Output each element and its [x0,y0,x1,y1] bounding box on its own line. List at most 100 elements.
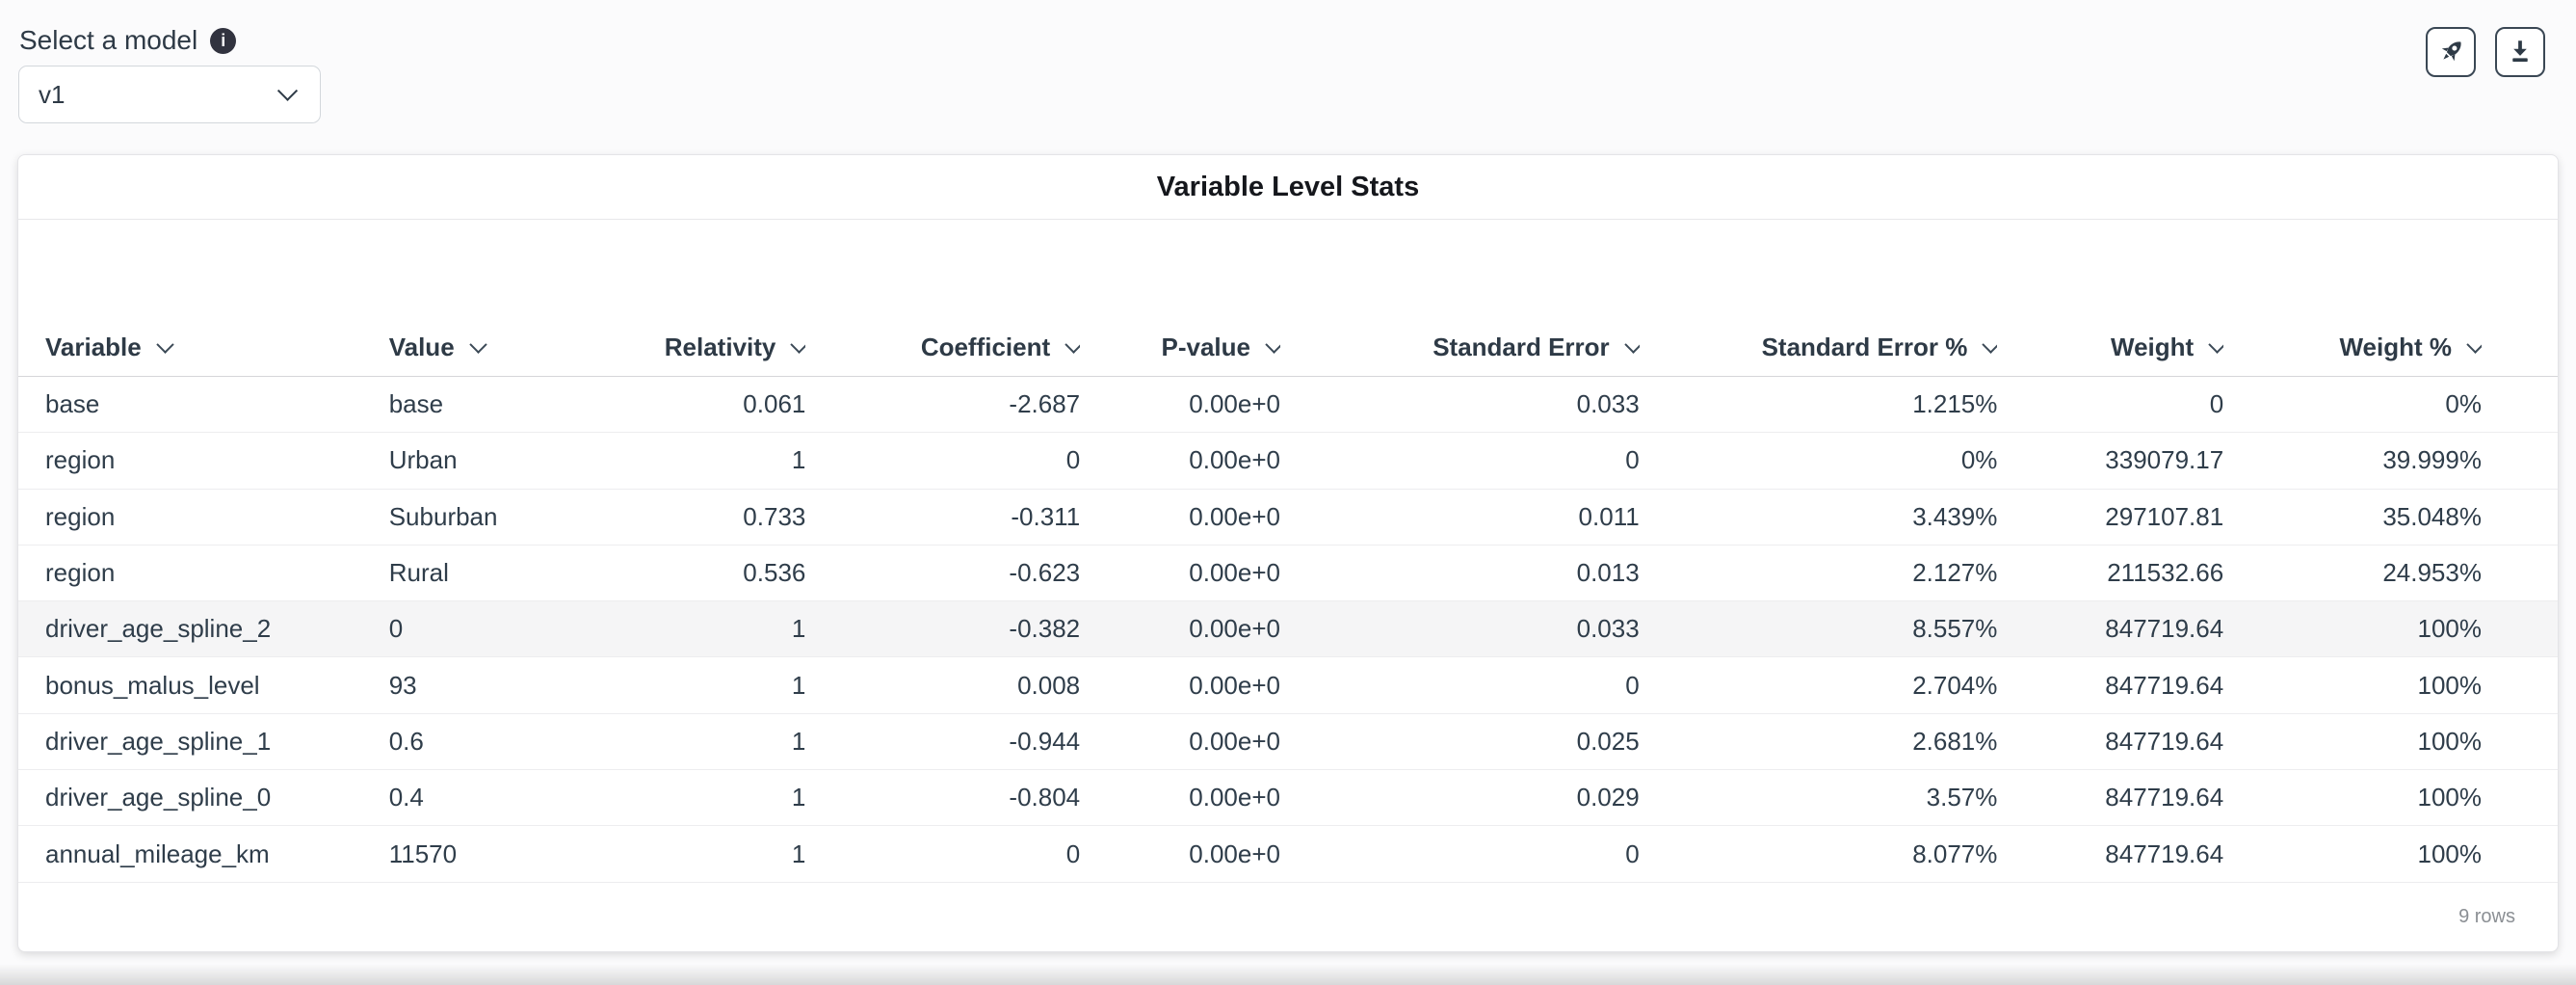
model-dropdown-value: v1 [39,80,65,110]
column-header-label: Weight [2111,333,2194,362]
cell-value: 11570 [389,839,630,869]
cell-standard-error: 0.033 [1280,614,1640,644]
download-button[interactable] [2495,27,2545,77]
cell-variable: driver_age_spline_0 [45,783,389,812]
column-header-label: P-value [1161,333,1250,362]
row-count-label: 9 rows [2458,906,2515,928]
cell-weight: 211532.66 [1997,558,2223,588]
chevron-down-icon [1624,335,1640,353]
cell-value: 0.4 [389,783,630,812]
cell-variable: annual_mileage_km [45,839,389,869]
chevron-down-icon [1983,335,1998,353]
rocket-button[interactable] [2426,27,2476,77]
chevron-down-icon [2466,335,2482,353]
info-icon[interactable]: i [210,28,236,54]
cell-value: Urban [389,445,630,475]
cell-weight-pct: 39.999% [2223,445,2482,475]
column-header-standard-error[interactable]: Standard Error [1280,333,1640,362]
cell-weight-pct: 100% [2223,839,2482,869]
cell-relativity: 0.733 [630,502,806,532]
cell-standard-error: 0.011 [1280,502,1640,532]
table-row[interactable]: regionSuburban0.733-0.3110.00e+00.0113.4… [18,490,2558,546]
cell-standard-error-pct: 8.557% [1640,614,1998,644]
cell-weight: 339079.17 [1997,445,2223,475]
cell-p-value: 0.00e+0 [1080,389,1280,419]
column-header-relativity[interactable]: Relativity [630,333,806,362]
cell-relativity: 1 [630,671,806,701]
table-row[interactable]: driver_age_spline_201-0.3820.00e+00.0338… [18,601,2558,657]
cell-relativity: 1 [630,445,806,475]
cell-weight: 0 [1997,389,2223,419]
cell-relativity: 0.061 [630,389,806,419]
column-header-value[interactable]: Value [389,333,630,362]
chevron-down-icon [1065,335,1080,353]
table-row[interactable]: bonus_malus_level9310.0080.00e+002.704%8… [18,657,2558,713]
column-header-coefficient[interactable]: Coefficient [805,333,1080,362]
cell-coefficient: 0 [805,445,1080,475]
cell-standard-error-pct: 3.439% [1640,502,1998,532]
cell-value: 0.6 [389,727,630,757]
column-header-label: Variable [45,333,142,362]
cell-p-value: 0.00e+0 [1080,783,1280,812]
column-header-standard-error-pct[interactable]: Standard Error % [1640,333,1998,362]
cell-coefficient: -0.623 [805,558,1080,588]
cell-weight-pct: 100% [2223,614,2482,644]
column-header-weight[interactable]: Weight [1997,333,2223,362]
cell-standard-error: 0 [1280,839,1640,869]
cell-weight-pct: 100% [2223,727,2482,757]
cell-standard-error: 0.025 [1280,727,1640,757]
rocket-icon [2434,36,2467,68]
cell-p-value: 0.00e+0 [1080,671,1280,701]
cell-weight: 847719.64 [1997,783,2223,812]
table-toolbar-spacer [18,220,2558,319]
table-row[interactable]: driver_age_spline_00.41-0.8040.00e+00.02… [18,770,2558,826]
chevron-down-icon [2209,335,2224,353]
cell-standard-error: 0.013 [1280,558,1640,588]
cell-p-value: 0.00e+0 [1080,558,1280,588]
cell-standard-error-pct: 2.681% [1640,727,1998,757]
cell-weight-pct: 100% [2223,783,2482,812]
column-header-weight-pct[interactable]: Weight % [2223,333,2482,362]
cell-value: Rural [389,558,630,588]
select-model-label: Select a model [19,25,197,56]
cell-weight-pct: 100% [2223,671,2482,701]
cell-variable: driver_age_spline_1 [45,727,389,757]
cell-value: base [389,389,630,419]
cell-standard-error-pct: 8.077% [1640,839,1998,869]
table-row[interactable]: annual_mileage_km11570100.00e+008.077%84… [18,826,2558,882]
cell-value: 93 [389,671,630,701]
chevron-down-icon [791,335,806,353]
cell-coefficient: -0.804 [805,783,1080,812]
cell-weight: 847719.64 [1997,727,2223,757]
cell-variable: driver_age_spline_2 [45,614,389,644]
cell-weight: 297107.81 [1997,502,2223,532]
cell-weight-pct: 35.048% [2223,502,2482,532]
table-row[interactable]: basebase0.061-2.6870.00e+00.0331.215%00% [18,377,2558,433]
cell-standard-error: 0.033 [1280,389,1640,419]
column-header-label: Standard Error % [1762,333,1968,362]
cell-weight: 847719.64 [1997,839,2223,869]
table-row[interactable]: regionUrban100.00e+000%339079.1739.999% [18,433,2558,489]
cell-relativity: 1 [630,839,806,869]
cell-weight: 847719.64 [1997,614,2223,644]
cell-standard-error-pct: 0% [1640,445,1998,475]
cell-p-value: 0.00e+0 [1080,727,1280,757]
column-header-label: Relativity [665,333,776,362]
table-row[interactable]: driver_age_spline_10.61-0.9440.00e+00.02… [18,714,2558,770]
cell-standard-error-pct: 2.127% [1640,558,1998,588]
cell-value: 0 [389,614,630,644]
table-row[interactable]: regionRural0.536-0.6230.00e+00.0132.127%… [18,546,2558,601]
table-footer: 9 rows [18,883,2558,952]
cell-p-value: 0.00e+0 [1080,614,1280,644]
cell-coefficient: -0.944 [805,727,1080,757]
model-dropdown[interactable]: v1 [18,66,321,123]
column-header-variable[interactable]: Variable [45,333,389,362]
chevron-down-icon [156,335,173,353]
chevron-down-icon [277,80,298,100]
column-header-label: Coefficient [921,333,1050,362]
cell-coefficient: -0.382 [805,614,1080,644]
cell-variable: bonus_malus_level [45,671,389,701]
column-header-p-value[interactable]: P-value [1080,333,1280,362]
cell-standard-error: 0 [1280,445,1640,475]
table-header-row: Variable Value Relativity Coefficient P-valu… [18,319,2558,377]
